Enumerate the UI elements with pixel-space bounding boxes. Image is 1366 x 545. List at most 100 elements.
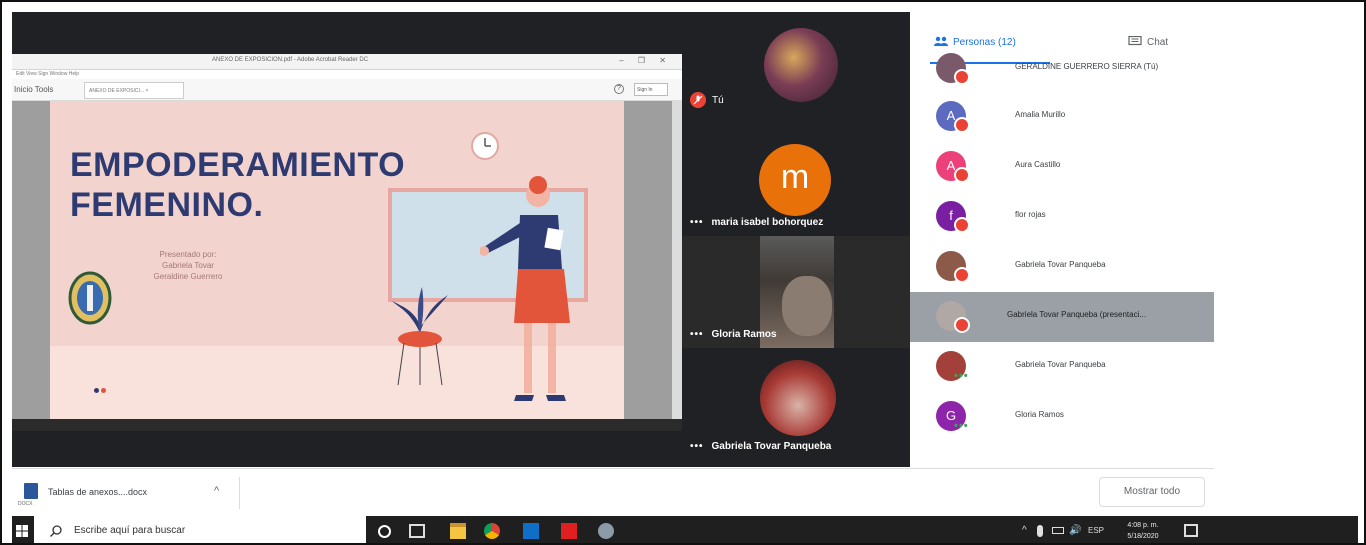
slide-dot xyxy=(94,388,99,393)
mic-off-icon xyxy=(954,267,970,283)
reader-menu[interactable]: Edit View Sign Window Help xyxy=(16,71,79,77)
download-item[interactable]: DOCX Tablas de anexos....docx ^ xyxy=(18,477,240,509)
windows-taskbar: Escribe aquí para buscar ^ 🔊 ESP 4:08 p.… xyxy=(12,516,1358,543)
presentation-slide: EMPODERAMIENTO FEMENINO. Presentado por:… xyxy=(50,101,624,419)
participant-label: ••• maria isabel bohorquez xyxy=(690,217,823,228)
participant-name: Gabriela Tovar Panqueba xyxy=(711,441,832,452)
reader-document-tab[interactable]: ANEXO DE EXPOSICI... × xyxy=(84,82,184,99)
presenting-icon xyxy=(954,317,970,333)
more-options-icon[interactable]: ••• xyxy=(690,217,704,228)
plant-illustration-icon xyxy=(392,287,448,386)
person-name: GERALDINE GUERRERO SIERRA (Tú) xyxy=(1015,62,1159,71)
word-file-icon xyxy=(24,483,38,499)
microphone-icon[interactable] xyxy=(1037,525,1043,537)
list-item[interactable]: A Aura Castillo xyxy=(910,142,1214,192)
file-type-tag: DOCX xyxy=(18,501,33,507)
school-emblem-icon xyxy=(68,271,112,325)
store-icon[interactable] xyxy=(523,523,539,539)
sign-in-button[interactable]: Sign In xyxy=(634,83,668,96)
participant-name: maria isabel bohorquez xyxy=(711,217,824,228)
reader-window-title: ANEXO DE EXPOSICION.pdf - Adobe Acrobat … xyxy=(212,57,369,63)
screenshot-frame: ANEXO DE EXPOSICION.pdf - Adobe Acrobat … xyxy=(0,0,1366,545)
speaking-dots-icon: ••• xyxy=(954,420,969,432)
window-controls[interactable]: – ❐ ✕ xyxy=(619,56,672,65)
avatar xyxy=(764,28,838,102)
mic-off-icon xyxy=(954,217,970,233)
slide-credits: Presentado por: Gabriela Tovar Geraldine… xyxy=(153,250,223,281)
clock-time: 4:08 p. m. xyxy=(1127,522,1159,529)
list-item[interactable]: G ••• Gloria Ramos xyxy=(910,392,1214,442)
person-name: Gloria Ramos xyxy=(1015,410,1064,419)
taskbar-clock[interactable]: 4:08 p. m. 5/18/2020 xyxy=(1118,520,1168,542)
language-indicator[interactable]: ESP xyxy=(1088,526,1104,535)
start-button[interactable] xyxy=(12,516,34,543)
person-name: Aura Castillo xyxy=(1015,160,1061,169)
participant-tile-gabriela[interactable]: ••• Gabriela Tovar Panqueba xyxy=(682,348,910,460)
avatar: m xyxy=(759,144,831,216)
blank-margin xyxy=(1214,2,1364,516)
list-item[interactable]: Gabriela Tovar Panqueba xyxy=(910,242,1214,292)
reader-gutter-left xyxy=(12,101,50,419)
people-list: GERALDINE GUERRERO SIERRA (Tú) A Amalia … xyxy=(910,53,1214,467)
reader-titlebar: ANEXO DE EXPOSICION.pdf - Adobe Acrobat … xyxy=(12,54,682,70)
participant-tiles: Tú m ••• maria isabel bohorquez ••• Gloria… xyxy=(682,12,910,467)
acrobat-reader-icon[interactable] xyxy=(561,523,577,539)
slide-title: EMPODERAMIENTO FEMENINO. xyxy=(70,146,406,224)
windows-logo-icon xyxy=(16,525,28,537)
speaking-dots-icon: ••• xyxy=(954,370,969,382)
show-all-button[interactable]: Mostrar todo xyxy=(1099,477,1205,507)
list-item[interactable]: A Amalia Murillo xyxy=(910,92,1214,142)
list-item[interactable]: ••• Gabriela Tovar Panqueba xyxy=(910,342,1214,392)
participant-name: Tú xyxy=(712,95,724,106)
cortana-icon[interactable] xyxy=(378,525,391,538)
participant-label: ••• Gabriela Tovar Panqueba xyxy=(690,441,831,452)
person-name: Amalia Murillo xyxy=(1015,110,1066,119)
list-item[interactable]: f flor rojas xyxy=(910,192,1214,242)
mic-off-icon xyxy=(954,69,970,85)
download-bar: DOCX Tablas de anexos....docx ^ Mostrar … xyxy=(12,468,1214,516)
participant-name: Gloria Ramos xyxy=(711,329,777,340)
participant-tile-gloria[interactable]: ••• Gloria Ramos xyxy=(682,236,910,348)
avatar xyxy=(760,360,836,436)
taskbar-search-box[interactable]: Escribe aquí para buscar xyxy=(34,516,366,543)
slide-dot xyxy=(101,388,106,393)
list-item[interactable]: GERALDINE GUERRERO SIERRA (Tú) xyxy=(910,44,1214,94)
clock-icon xyxy=(471,132,499,160)
show-hidden-icons-icon[interactable]: ^ xyxy=(1022,525,1027,536)
file-explorer-icon[interactable] xyxy=(450,523,466,539)
participant-face xyxy=(782,276,832,336)
paint-icon[interactable] xyxy=(598,523,614,539)
person-name: flor rojas xyxy=(1015,210,1046,219)
mic-off-icon xyxy=(690,92,706,108)
people-panel: Personas (12) Chat GERALDINE GUERRERO SI… xyxy=(910,12,1214,467)
person-name: Gabriela Tovar Panqueba xyxy=(1015,360,1106,369)
chevron-up-icon[interactable]: ^ xyxy=(214,485,219,497)
search-placeholder: Escribe aquí para buscar xyxy=(74,525,186,536)
google-meet-window: ANEXO DE EXPOSICION.pdf - Adobe Acrobat … xyxy=(12,12,1214,467)
list-item[interactable]: Gabriela Tovar Panqueba (presentaci... xyxy=(910,292,1214,342)
person-name: Gabriela Tovar Panqueba (presentaci... xyxy=(1007,310,1147,319)
notifications-icon[interactable] xyxy=(1184,524,1198,537)
reader-menubar: Edit View Sign Window Help xyxy=(12,70,682,79)
volume-icon[interactable]: 🔊 xyxy=(1069,525,1081,536)
more-options-icon[interactable]: ••• xyxy=(690,329,704,340)
task-view-icon[interactable] xyxy=(409,524,425,538)
help-icon[interactable]: ? xyxy=(614,84,624,94)
presentation-view[interactable]: ANEXO DE EXPOSICION.pdf - Adobe Acrobat … xyxy=(12,12,682,467)
chrome-icon[interactable] xyxy=(484,523,500,539)
participant-tile-maria[interactable]: m ••• maria isabel bohorquez xyxy=(682,124,910,236)
reader-toolbar: Inicio Tools ANEXO DE EXPOSICI... × ? Si… xyxy=(12,79,682,101)
person-name: Gabriela Tovar Panqueba xyxy=(1015,260,1106,269)
mic-off-icon xyxy=(954,117,970,133)
clock-date: 5/18/2020 xyxy=(1127,533,1159,540)
battery-icon[interactable] xyxy=(1052,527,1064,534)
woman-teacher-illustration-icon xyxy=(480,176,570,401)
download-file-name: Tablas de anexos....docx xyxy=(48,487,148,497)
reader-home-tools[interactable]: Inicio Tools xyxy=(14,85,53,94)
reader-scrollbar[interactable] xyxy=(672,101,682,419)
mic-off-icon xyxy=(954,167,970,183)
search-icon xyxy=(50,525,62,537)
participant-label: ••• Gloria Ramos xyxy=(690,329,777,340)
more-options-icon[interactable]: ••• xyxy=(690,441,704,452)
participant-tile-you[interactable]: Tú xyxy=(682,12,910,124)
